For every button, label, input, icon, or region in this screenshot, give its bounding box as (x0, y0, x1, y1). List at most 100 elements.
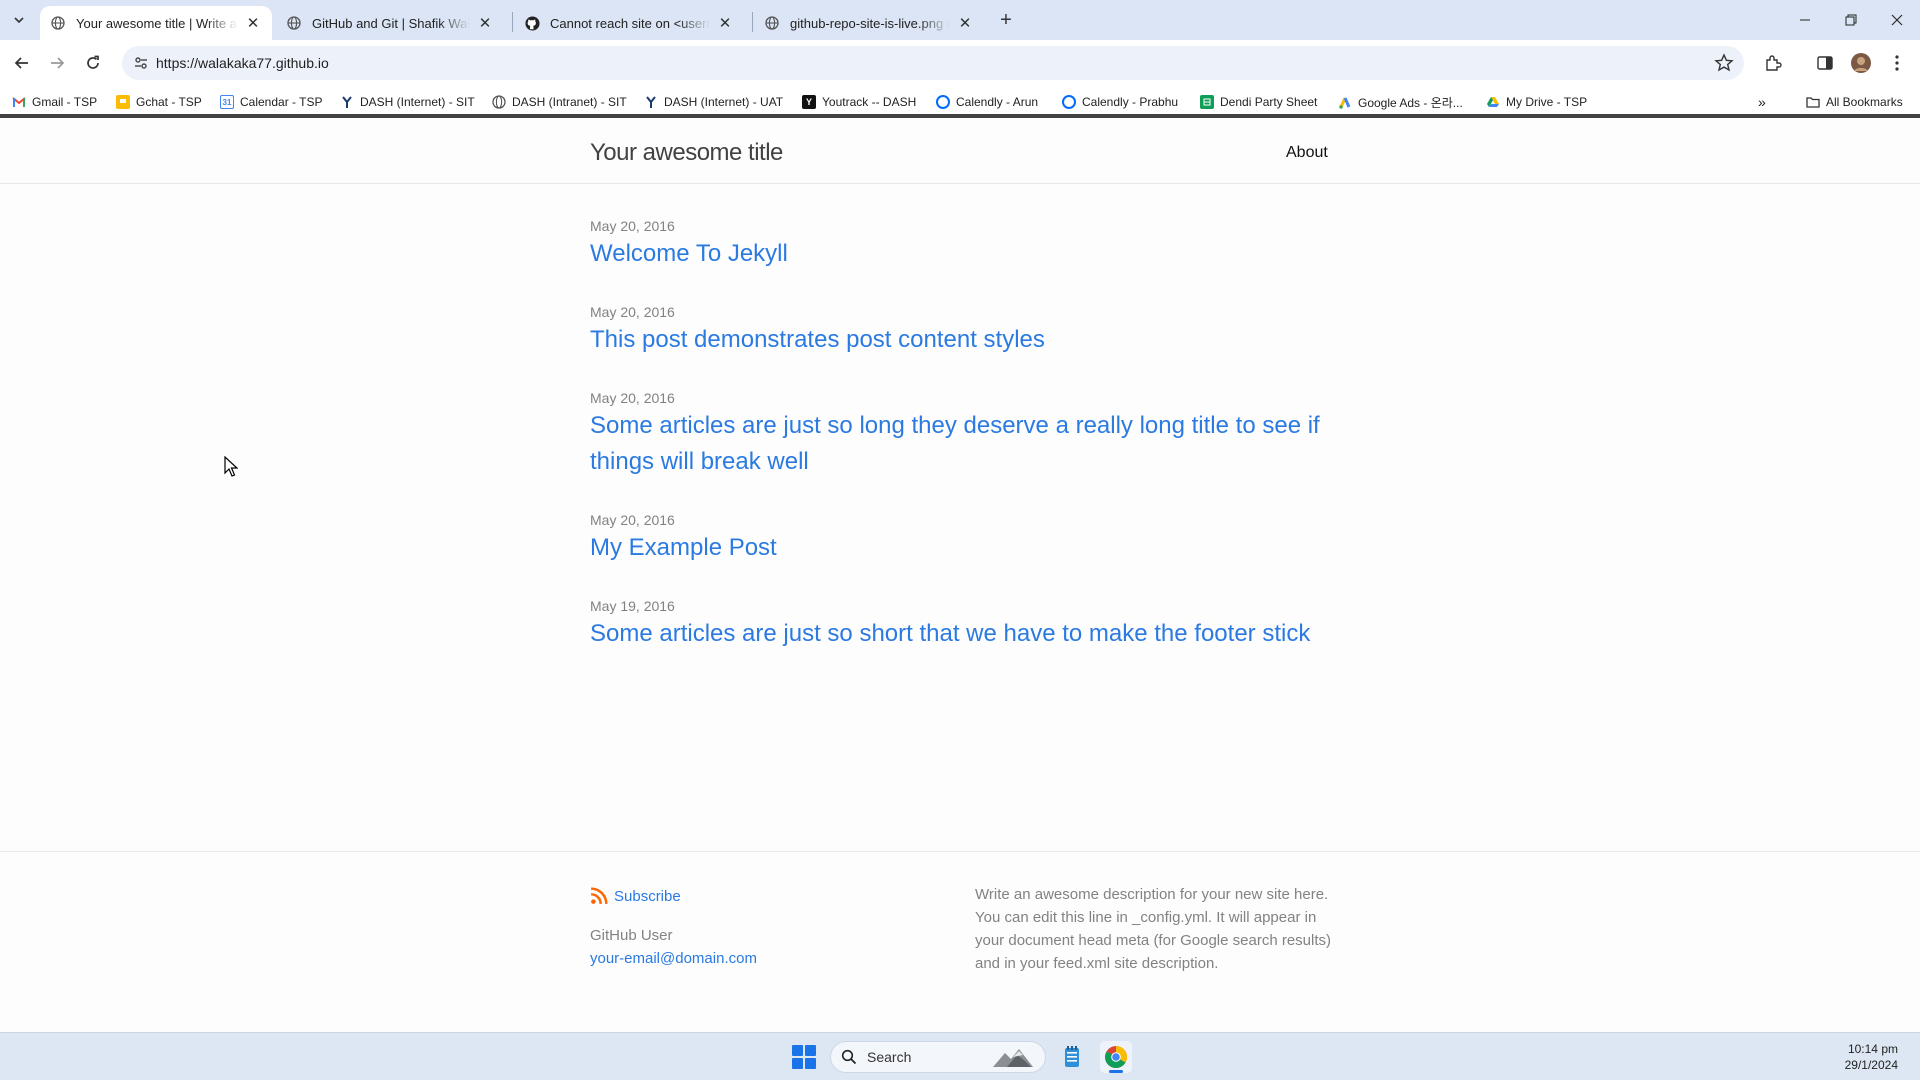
post-title-link[interactable]: This post demonstrates post content styl… (590, 322, 1340, 358)
bookmark-star-icon[interactable] (1714, 53, 1734, 73)
globe-icon (764, 15, 780, 31)
globe-icon (492, 95, 506, 109)
close-tab-icon[interactable]: ✕ (956, 14, 974, 32)
tab-github-and-git[interactable]: GitHub and Git | Shafik Walakaka ✕ (276, 6, 504, 40)
address-bar[interactable]: https://walakaka77.github.io (122, 46, 1744, 80)
post-item: May 20, 2016 My Example Post (590, 510, 1340, 566)
forward-arrow-icon[interactable] (44, 50, 70, 76)
subscribe-link[interactable]: Subscribe (590, 887, 681, 905)
post-title-link[interactable]: Some articles are just so long they dese… (590, 408, 1340, 480)
drive-icon (1486, 95, 1500, 109)
post-item: May 20, 2016 This post demonstrates post… (590, 302, 1340, 358)
globe-icon (50, 15, 66, 31)
tab-cannot-reach-site[interactable]: Cannot reach site on <username>.github.i… (514, 6, 744, 40)
taskbar-search-box[interactable]: Search (830, 1041, 1046, 1073)
close-tab-icon[interactable]: ✕ (476, 14, 494, 32)
post-date: May 20, 2016 (590, 304, 675, 320)
chat-icon (116, 95, 130, 109)
close-tab-icon[interactable]: ✕ (244, 14, 262, 32)
site-footer: Subscribe GitHub User your-email@domain.… (0, 851, 1920, 1032)
minimize-icon[interactable] (1782, 0, 1828, 40)
clock-time: 10:14 pm (1847, 1042, 1898, 1056)
tab-title: Your awesome title | Write an awesome de… (76, 15, 238, 31)
tab-separator (752, 12, 753, 32)
windows-start-icon[interactable] (792, 1045, 816, 1069)
tab-github-repo-site-png[interactable]: github-repo-site-is-live.png (1700 ✕ (754, 6, 984, 40)
nav-about-link[interactable]: About (1286, 144, 1328, 162)
back-arrow-icon[interactable] (9, 50, 35, 76)
chrome-taskbar-icon[interactable] (1100, 1041, 1132, 1073)
post-title-link[interactable]: Some articles are just so short that we … (590, 616, 1340, 652)
post-date: May 19, 2016 (590, 598, 675, 614)
footer-email-link[interactable]: your-email@domain.com (590, 950, 757, 967)
active-app-indicator (1109, 1070, 1123, 1073)
bookmark-google-ads[interactable]: Google Ads - 온라... (1338, 92, 1463, 112)
profile-avatar[interactable] (1850, 52, 1872, 74)
footer-user-name: GitHub User (590, 927, 673, 944)
calendar-icon: 31 (220, 95, 234, 109)
tab-title: Cannot reach site on <username>.github.i… (550, 15, 710, 31)
post-title-link[interactable]: Welcome To Jekyll (590, 236, 1340, 272)
dash-icon (644, 95, 658, 109)
bookmark-calendly-prabhu[interactable]: Calendly - Prabhu (1062, 92, 1178, 112)
tab-title: github-repo-site-is-live.png (1700 (790, 15, 950, 31)
bookmark-dash-internet-uat[interactable]: DASH (Internet) - UAT (644, 92, 783, 112)
bookmark-dash-intranet-sit[interactable]: DASH (Intranet) - SIT (492, 92, 627, 112)
dash-icon (340, 95, 354, 109)
bookmark-dash-internet-sit[interactable]: DASH (Internet) - SIT (340, 92, 475, 112)
search-icon (841, 1049, 857, 1065)
calendly-icon (936, 95, 950, 109)
tab-your-awesome-title[interactable]: Your awesome title | Write an awesome de… (40, 6, 272, 40)
gmail-icon (12, 95, 26, 109)
site-description: Write an awesome description for your ne… (975, 886, 1332, 972)
notepad-taskbar-icon[interactable] (1056, 1041, 1088, 1073)
globe-icon (286, 15, 302, 31)
system-clock[interactable]: 10:14 pm 29/1/2024 (1845, 1041, 1898, 1073)
all-bookmarks-button[interactable]: All Bookmarks (1806, 92, 1903, 112)
clock-date: 29/1/2024 (1844, 1058, 1898, 1072)
restore-icon[interactable] (1828, 0, 1874, 40)
windows-taskbar: Search 10:14 pm 29/1/2024 (0, 1032, 1920, 1080)
google-ads-icon (1338, 95, 1352, 109)
new-tab-icon[interactable]: + (994, 8, 1018, 32)
tab-title: GitHub and Git | Shafik Walakaka (312, 15, 470, 31)
bookmark-my-drive[interactable]: My Drive - TSP (1486, 92, 1587, 112)
post-item: May 19, 2016 Some articles are just so s… (590, 596, 1340, 652)
bookmark-calendar[interactable]: 31 Calendar - TSP (220, 92, 322, 112)
bookmarks-bar: Gmail - TSP Gchat - TSP 31 Calendar - TS… (0, 86, 1920, 118)
reload-icon[interactable] (80, 50, 106, 76)
post-title-link[interactable]: My Example Post (590, 530, 1340, 566)
search-placeholder: Search (867, 1049, 912, 1065)
folder-icon (1806, 95, 1820, 109)
post-date: May 20, 2016 (590, 218, 675, 234)
bookmark-calendly-arun[interactable]: Calendly - Arun (936, 92, 1038, 112)
post-item: May 20, 2016 Welcome To Jekyll (590, 216, 1340, 272)
post-item: May 20, 2016 Some articles are just so l… (590, 388, 1340, 480)
search-highlight-art-icon (993, 1049, 1033, 1067)
tab-search-chevron-icon[interactable] (8, 9, 30, 31)
browser-menu-icon[interactable] (1886, 52, 1908, 74)
bookmark-gchat[interactable]: Gchat - TSP (116, 92, 202, 112)
bookmark-gmail[interactable]: Gmail - TSP (12, 92, 97, 112)
post-date: May 20, 2016 (590, 512, 675, 528)
bookmark-dendi-party-sheet[interactable]: Dendi Party Sheet (1200, 92, 1317, 112)
site-title-link[interactable]: Your awesome title (590, 139, 783, 167)
subscribe-label: Subscribe (614, 887, 681, 905)
youtrack-icon: Y (802, 95, 816, 109)
extensions-icon[interactable] (1762, 52, 1784, 74)
github-icon (524, 15, 540, 31)
calendly-icon (1062, 95, 1076, 109)
site-header: Your awesome title About (0, 122, 1920, 184)
browser-toolbar: https://walakaka77.github.io (0, 40, 1920, 86)
post-date: May 20, 2016 (590, 390, 675, 406)
mouse-cursor-icon (224, 456, 238, 477)
post-list: May 20, 2016 Welcome To Jekyll May 20, 2… (590, 216, 1340, 682)
more-bookmarks-chevron-icon[interactable]: » (1758, 92, 1766, 112)
side-panel-icon[interactable] (1814, 52, 1836, 74)
bookmark-youtrack[interactable]: Y Youtrack -- DASH (802, 92, 916, 112)
url-text: https://walakaka77.github.io (156, 55, 329, 71)
close-window-icon[interactable] (1874, 0, 1920, 40)
site-info-icon[interactable] (132, 54, 150, 72)
close-tab-icon[interactable]: ✕ (716, 14, 734, 32)
rss-icon (590, 887, 608, 905)
